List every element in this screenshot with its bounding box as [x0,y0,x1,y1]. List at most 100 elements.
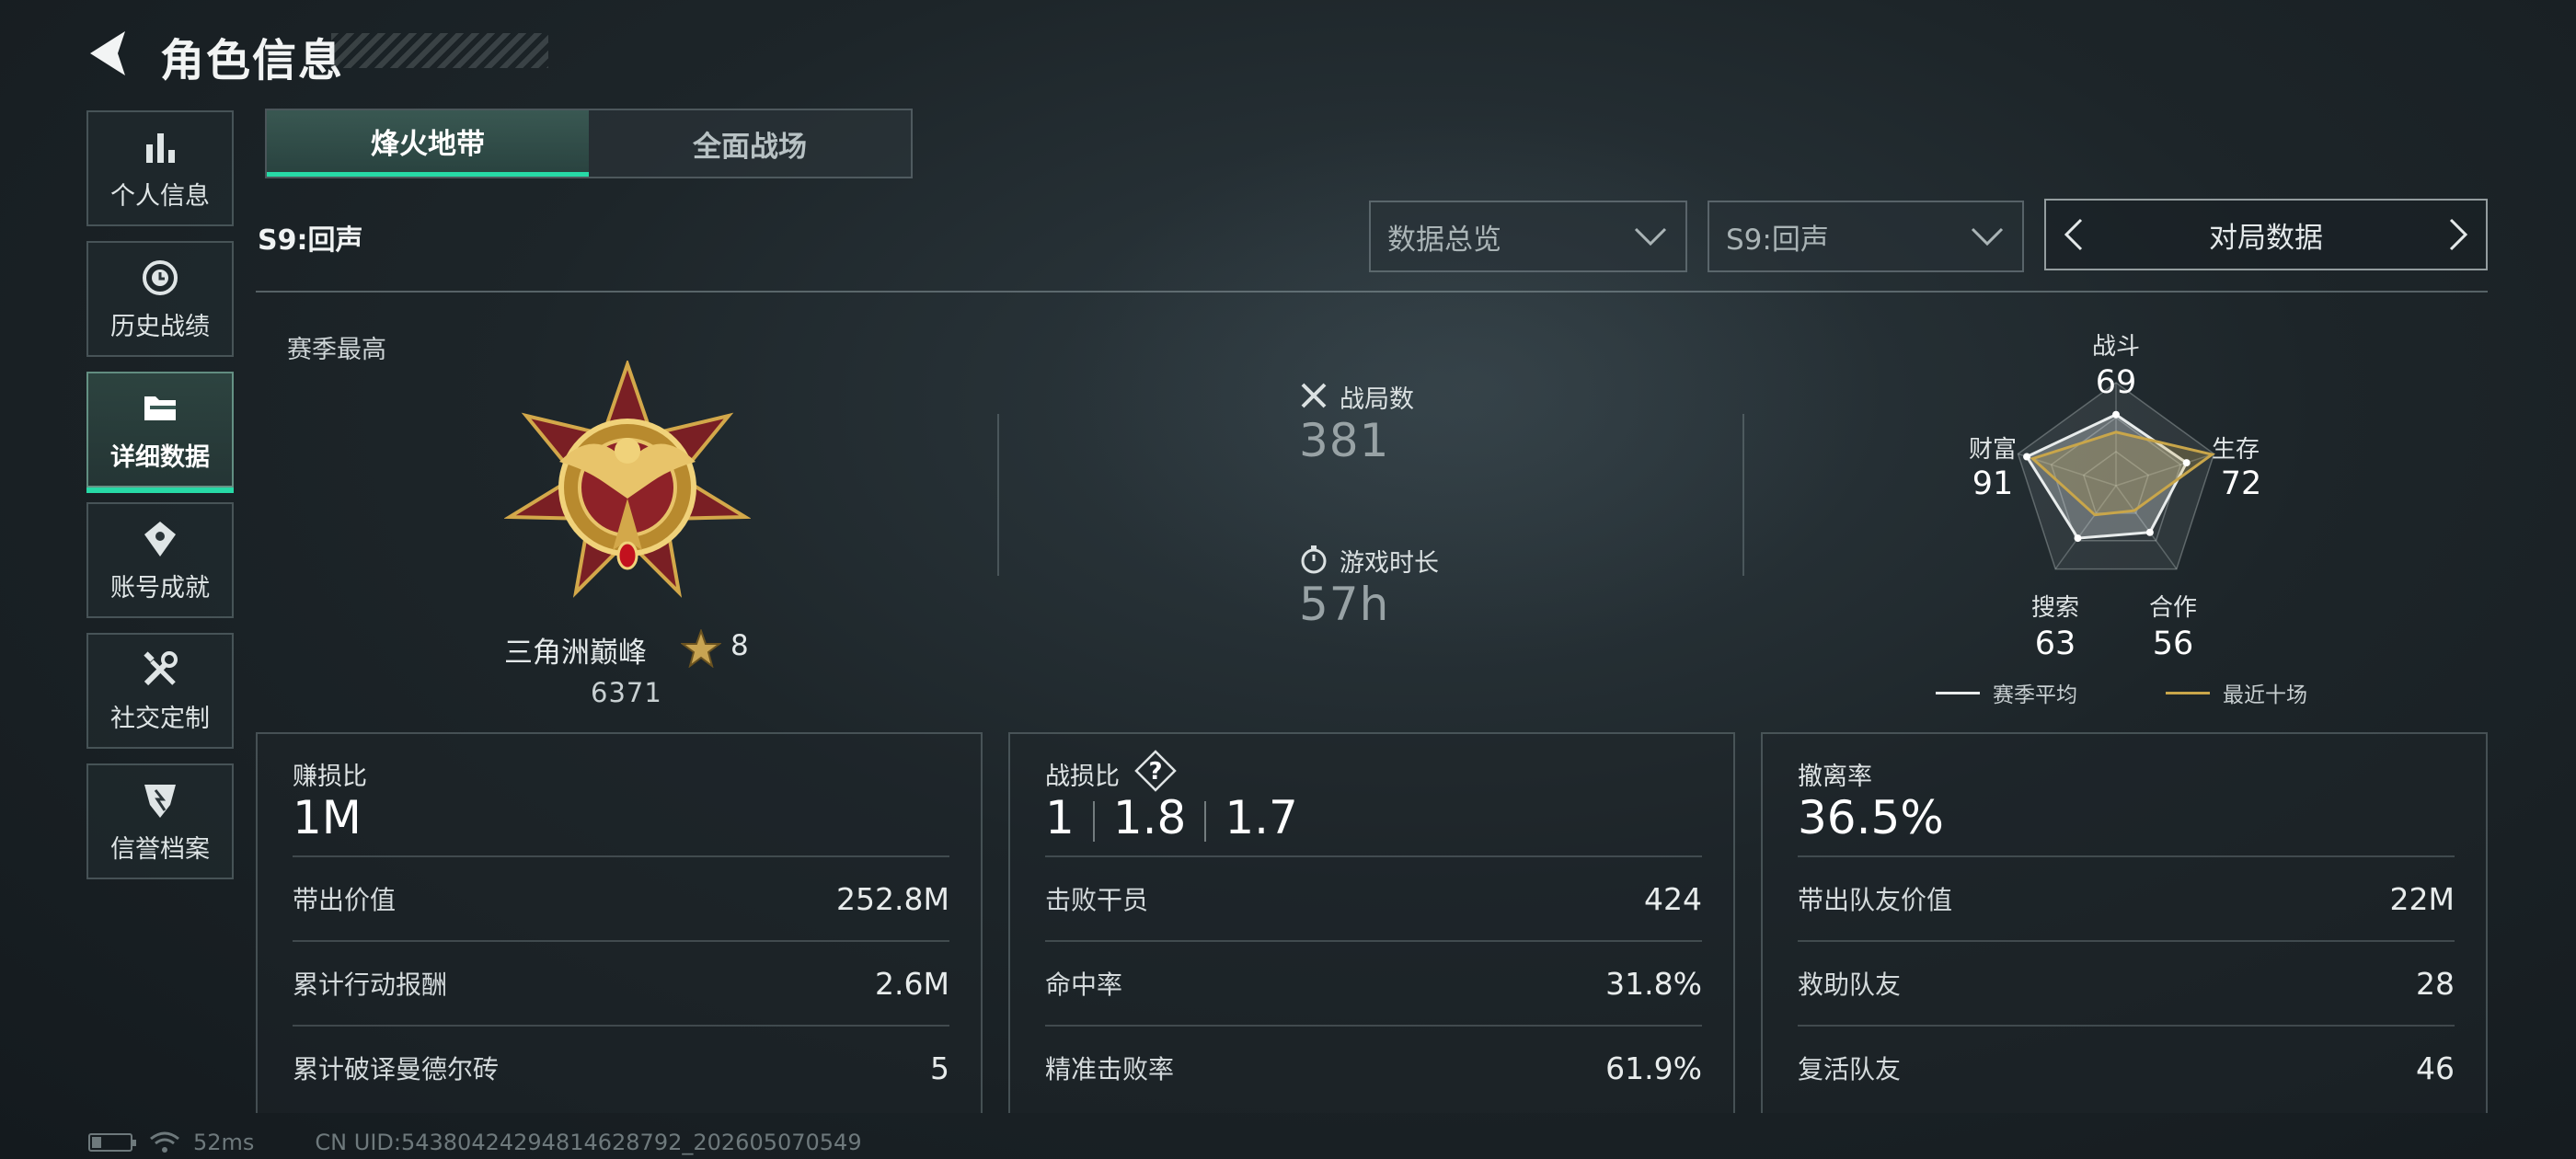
table-row: 累计破译曼德尔砖 5 [293,1025,949,1109]
radar-point [2182,459,2191,467]
season-label: S9:回声 [258,224,363,257]
kd-value-1: 1 [1045,791,1075,844]
panel-title: 赚损比 [293,763,367,791]
kd-separator [1092,800,1095,842]
panel-main-value: 1M [293,791,362,844]
sidebar-item-detailed-data[interactable]: 详细数据 [86,372,234,493]
kd-ratio-panel: 战损比 1 1.8 1.7 击败干员 424 命中率 31.8% 精准击败率 61.… [1008,732,1735,1113]
legend-label: 赛季平均 [1993,683,2077,707]
history-icon [143,259,178,295]
legend-season-avg: 赛季平均 [1936,677,2077,708]
radar-point [2023,453,2031,461]
sidebar-item-social[interactable]: 社交定制 [86,633,234,749]
background-glow [1058,110,1886,662]
tab-firezone[interactable]: 烽火地带 [267,110,589,177]
next-button[interactable] [2431,201,2486,269]
vertical-divider [997,414,999,576]
profit-ratio-panel: 赚损比 1M 带出价值 252.8M 累计行动报酬 2.6M 累计破译曼德尔砖 … [256,732,983,1113]
star-icon [681,629,721,668]
sidebar-item-label: 信誉档案 [110,834,210,864]
chevron-down-icon [1971,227,2004,247]
panel-title: 战损比 [1045,763,1120,791]
data-scope-dropdown[interactable]: 数据总览 [1369,201,1687,272]
table-row: 精准击败率 61.9% [1045,1025,1702,1109]
radar-axis-label: 财富 [1968,436,2017,464]
playtime-value: 57h [1299,578,1390,631]
row-value: 2.6M [875,965,949,1002]
table-row: 救助队友 28 [1798,940,2455,1025]
mode-tabs: 烽火地带 全面战场 [265,109,913,178]
sidebar-item-achievements[interactable]: 账号成就 [86,502,234,618]
legend-label: 最近十场 [2223,683,2307,707]
header-divider [256,291,2488,293]
dropdown-value: 数据总览 [1387,223,1501,257]
rank-score: 6371 [591,677,662,708]
row-label: 击败干员 [1045,885,1149,915]
radar-axis-label: 生存 [2211,436,2260,464]
radar-axis-value: 91 [1972,465,2014,502]
table-row: 带出队友价值 22M [1798,855,2455,940]
battery-icon [88,1133,136,1152]
row-value: 28 [2416,965,2455,1002]
credit-shield-icon [144,784,176,818]
dropdown-value: S9:回声 [1726,223,1829,257]
sidebar-item-label: 详细数据 [110,442,210,472]
rank-star-count: 8 [730,629,749,662]
row-label: 累计破译曼德尔砖 [293,1054,500,1084]
row-label: 命中率 [1045,970,1123,1000]
row-value: 424 [1644,880,1702,917]
matches-label: 战局数 [1340,385,1414,414]
kd-value-2: 1.8 [1112,791,1187,844]
row-value: 46 [2416,1050,2455,1086]
status-footer: 52ms CN UID:5438042429481462879​2_202605… [88,1130,862,1155]
kd-separator [1204,800,1207,842]
panel-main-value: 1 1.8 1.7 [1045,791,1298,844]
back-arrow-icon[interactable] [85,28,132,79]
wifi-icon [150,1131,179,1153]
sidebar-item-label: 个人信息 [110,181,210,211]
match-data-navigator: 对局数据 [2044,199,2488,270]
table-row: 命中率 31.8% [1045,940,1702,1025]
row-label: 精准击败率 [1045,1054,1175,1084]
panel-main-value: 36.5% [1798,791,1944,844]
chevron-down-icon [1634,227,1667,247]
radar-axis-value: 69 [2095,364,2137,401]
tools-icon [144,650,178,685]
radar-axis-label: 搜索 [2030,594,2079,622]
rank-name: 三角洲巅峰 [504,637,647,670]
season-dropdown[interactable]: S9:回声 [1708,201,2024,272]
row-value: 5 [930,1050,949,1086]
sidebar-item-personal-info[interactable]: 个人信息 [86,110,234,226]
title-decoration [331,33,548,68]
table-row: 击败干员 424 [1045,855,1702,940]
help-icon[interactable]: ? [1133,749,1178,793]
row-label: 带出价值 [293,885,397,915]
legend-swatch [1936,691,1980,694]
sidebar-item-label: 历史战绩 [110,312,210,341]
radar-point [2074,534,2082,543]
chevron-right-icon [2449,218,2468,251]
bar-chart-icon [146,132,175,163]
crossed-swords-icon [1301,383,1327,408]
prev-button[interactable] [2046,201,2101,269]
table-row: 累计行动报酬 2.6M [293,940,949,1025]
stopwatch-icon [1301,545,1327,574]
table-row: 复活队友 46 [1798,1025,2455,1109]
sidebar-item-label: 账号成就 [110,573,210,602]
chevron-left-icon [2064,218,2083,251]
row-label: 累计行动报酬 [293,970,448,1000]
vertical-divider [1742,414,1744,576]
radar-point [2112,410,2120,419]
panel-title: 撤离率 [1798,763,1872,791]
sidebar-item-history[interactable]: 历史战绩 [86,241,234,357]
page-title: 角色信息 [160,35,345,86]
tab-full-battlefield[interactable]: 全面战场 [589,110,911,177]
row-value: 61.9% [1605,1050,1702,1086]
rank-medal-icon [504,361,751,598]
matches-value: 381 [1299,414,1390,467]
radar-axis-label: 合作 [2148,594,2197,622]
ping-value: 52ms [193,1130,255,1155]
match-nav-label: 对局数据 [2209,221,2323,255]
row-value: 252.8M [836,880,949,917]
sidebar-item-credit[interactable]: 信誉档案 [86,763,234,879]
